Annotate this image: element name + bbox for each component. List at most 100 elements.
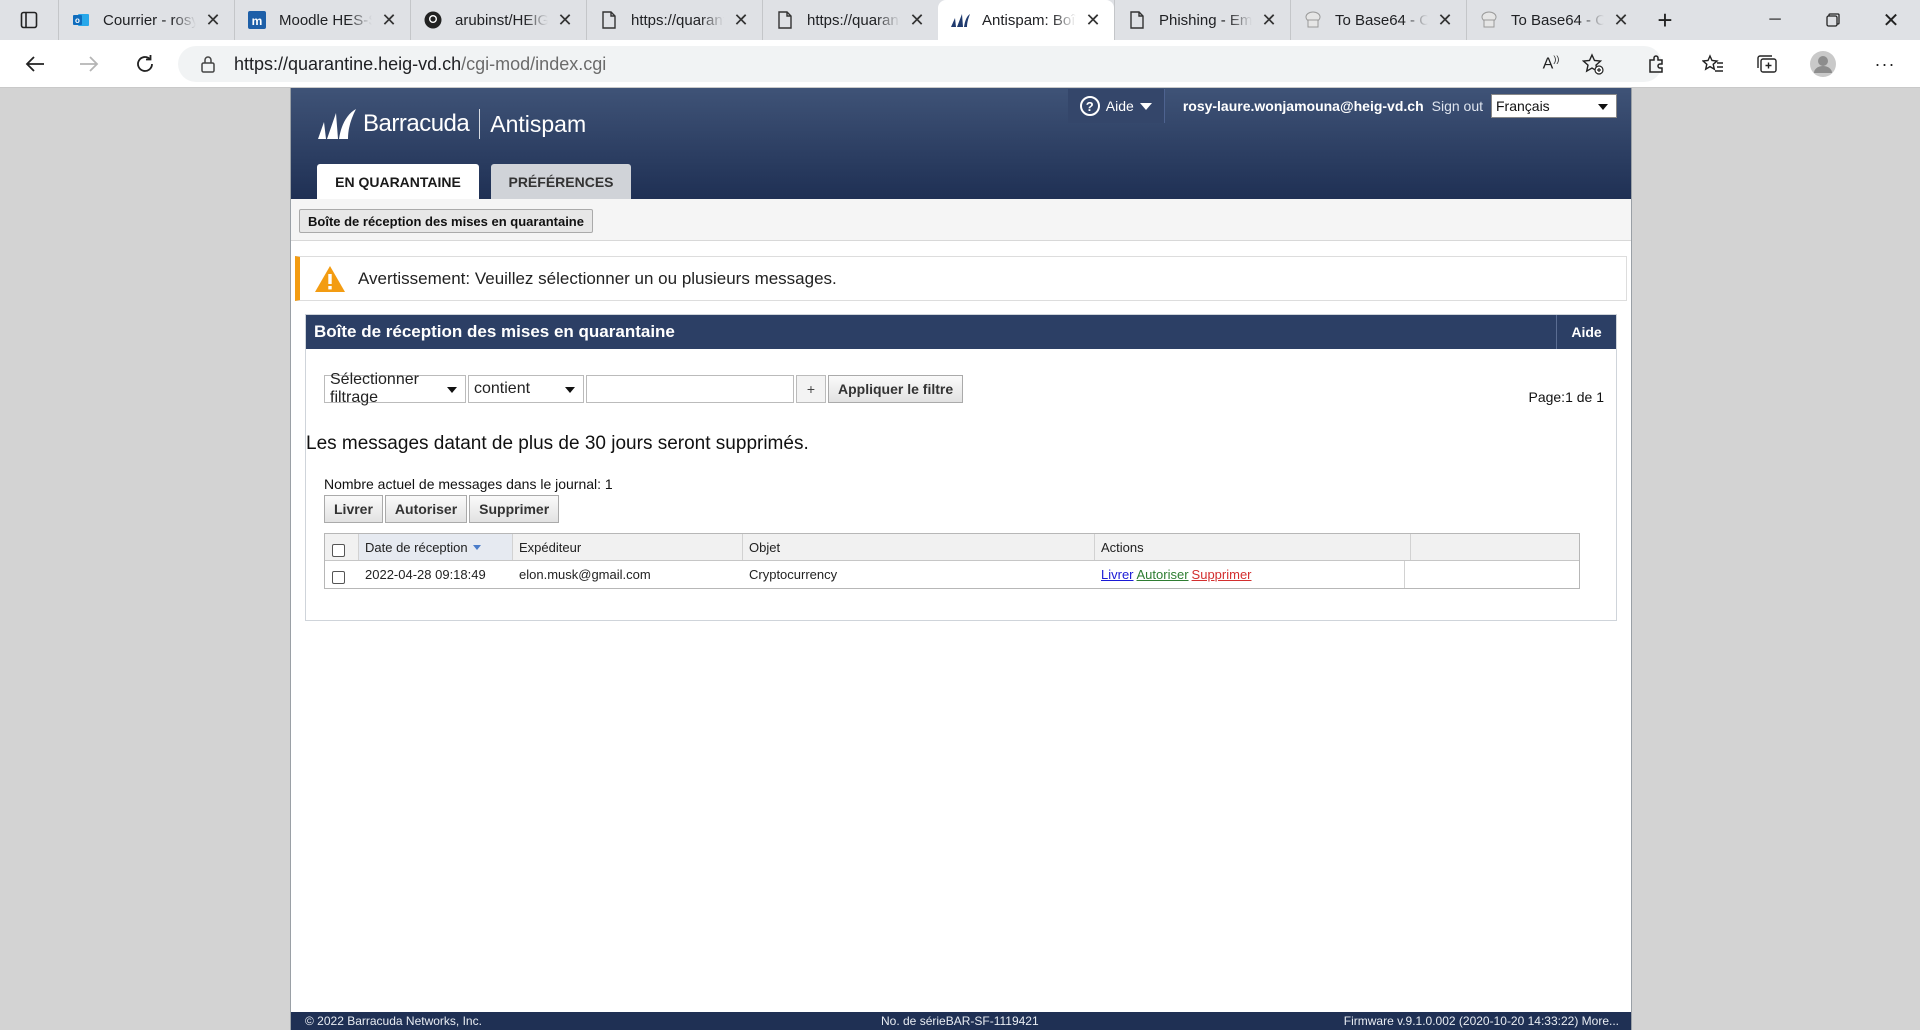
outlook-icon: o: [71, 10, 91, 30]
minimize-button[interactable]: ─: [1746, 0, 1804, 40]
tab-preferences-label: PRÉFÉRENCES: [508, 173, 614, 190]
page-icon: [599, 10, 619, 30]
row-checkbox[interactable]: [332, 571, 345, 584]
close-tab-icon[interactable]: ✕: [1610, 9, 1632, 31]
column-actions: Actions: [1095, 534, 1411, 560]
page-icon: [1127, 10, 1147, 30]
filter-text-input[interactable]: [586, 375, 794, 403]
quarantine-panel: Boîte de réception des mises en quaranta…: [305, 314, 1617, 621]
browser-tab-active[interactable]: Antispam: Boîte ✕: [938, 0, 1114, 40]
refresh-button[interactable]: [128, 48, 162, 80]
tab-title: To Base64 - CyberChef: [1335, 11, 1428, 29]
favorites-icon: [1702, 54, 1723, 72]
close-tab-icon[interactable]: ✕: [554, 9, 576, 31]
row-deliver-link[interactable]: Livrer: [1101, 567, 1134, 582]
antispam-page: Barracuda Antispam ? Aide rosy-laure.won…: [290, 88, 1632, 1030]
extensions-button[interactable]: [1640, 48, 1674, 80]
sign-out-link[interactable]: Sign out: [1432, 98, 1483, 114]
panel-title: Boîte de réception des mises en quaranta…: [314, 322, 675, 341]
language-select[interactable]: Français: [1491, 94, 1617, 118]
back-button[interactable]: [18, 48, 52, 80]
close-tab-icon[interactable]: ✕: [1082, 9, 1104, 31]
warning-text: Avertissement: Veuillez sélectionner un …: [358, 268, 837, 288]
warning-icon: [315, 265, 345, 292]
tab-actions-button[interactable]: [0, 0, 58, 40]
filter-operator-select[interactable]: contient: [468, 375, 584, 403]
browser-tab[interactable]: Phishing - Email ✕: [1114, 0, 1290, 40]
add-filter-button[interactable]: +: [796, 375, 826, 403]
page-footer: © 2022 Barracuda Networks, Inc. No. de s…: [291, 1012, 1631, 1030]
close-tab-icon[interactable]: ✕: [378, 9, 400, 31]
settings-menu-button[interactable]: ···: [1868, 48, 1902, 80]
column-sender[interactable]: Expéditeur: [513, 534, 743, 560]
browser-tab[interactable]: https://quarantine ✕: [586, 0, 762, 40]
svg-text:m: m: [252, 14, 263, 28]
chef-icon: [1479, 10, 1499, 30]
tab-title: Phishing - Email: [1159, 11, 1252, 29]
new-tab-button[interactable]: +: [1642, 0, 1688, 40]
header-user-bar: ? Aide rosy-laure.wonjamouna@heig-vd.ch …: [1067, 88, 1631, 124]
tab-quarantine[interactable]: EN QUARANTAINE: [317, 164, 479, 199]
filter-field-select[interactable]: Sélectionner filtrage: [324, 371, 466, 406]
column-date-label: Date de réception: [365, 539, 468, 555]
page-icon: [775, 10, 795, 30]
read-aloud-icon: A)): [1542, 54, 1560, 73]
select-all-checkbox[interactable]: [332, 543, 345, 557]
star-plus-icon: [1582, 53, 1604, 75]
panel-header: Boîte de réception des mises en quaranta…: [306, 315, 1616, 349]
close-tab-icon[interactable]: ✕: [906, 9, 928, 31]
footer-firmware[interactable]: Firmware v.9.1.0.002 (2020-10-20 14:33:2…: [1344, 1014, 1619, 1028]
app-header: Barracuda Antispam ? Aide rosy-laure.won…: [291, 88, 1631, 199]
read-aloud-button[interactable]: A)): [1534, 48, 1568, 80]
barracuda-logo-icon: [318, 109, 356, 139]
svg-text:o: o: [75, 16, 80, 25]
quarantine-inbox-subtab[interactable]: Boîte de réception des mises en quaranta…: [299, 209, 593, 233]
address-bar[interactable]: https://quarantine.heig-vd.ch/cgi-mod/in…: [178, 46, 1662, 82]
favorites-button[interactable]: [1696, 48, 1730, 80]
column-date[interactable]: Date de réception: [359, 534, 513, 560]
favorite-add-button[interactable]: [1576, 48, 1610, 80]
deliver-button[interactable]: Livrer: [324, 495, 383, 523]
tab-title: https://quarantine: [631, 11, 724, 29]
browser-tab[interactable]: o Courrier - rosy-laure ✕: [58, 0, 234, 40]
message-count: Nombre actuel de messages dans le journa…: [324, 476, 613, 492]
user-email: rosy-laure.wonjamouna@heig-vd.ch: [1182, 98, 1424, 114]
avatar-icon: [1810, 51, 1836, 77]
close-tab-icon[interactable]: ✕: [730, 9, 752, 31]
retention-notice: Les messages datant de plus de 30 jours …: [306, 433, 809, 454]
panel-help-button[interactable]: Aide: [1556, 315, 1616, 349]
browser-tab[interactable]: To Base64 - CyberChef ✕: [1466, 0, 1642, 40]
barracuda-logo: Barracuda Antispam: [317, 108, 586, 140]
row-delete-link[interactable]: Supprimer: [1192, 567, 1252, 582]
cell-actions: Livrer Autoriser Supprimer: [1095, 561, 1405, 588]
browser-tab[interactable]: To Base64 - CyberChef ✕: [1290, 0, 1466, 40]
close-tab-icon[interactable]: ✕: [1258, 9, 1280, 31]
collections-button[interactable]: [1750, 48, 1784, 80]
refresh-icon: [137, 55, 153, 72]
tab-preferences[interactable]: PRÉFÉRENCES: [491, 164, 631, 199]
select-all-cell: [325, 534, 359, 560]
apply-filter-button[interactable]: Appliquer le filtre: [828, 375, 964, 403]
subtab-label: Boîte de réception des mises en quaranta…: [308, 213, 584, 229]
moodle-icon: m: [247, 10, 267, 30]
tab-title: Moodle HES-SO: [279, 11, 372, 29]
profile-button[interactable]: [1806, 48, 1840, 80]
allow-button[interactable]: Autoriser: [384, 495, 468, 523]
help-menu-button[interactable]: ? Aide: [1067, 89, 1165, 123]
forward-button[interactable]: [72, 48, 106, 80]
cell-sender: elon.musk@gmail.com: [519, 567, 651, 582]
close-window-button[interactable]: ✕: [1862, 0, 1920, 40]
close-tab-icon[interactable]: ✕: [202, 9, 224, 31]
column-subject[interactable]: Objet: [743, 534, 1095, 560]
restore-button[interactable]: [1804, 0, 1862, 40]
row-allow-link[interactable]: Autoriser: [1137, 567, 1189, 582]
lock-icon: [200, 54, 220, 74]
puzzle-icon: [1649, 55, 1663, 73]
browser-toolbar: https://quarantine.heig-vd.ch/cgi-mod/in…: [0, 40, 1920, 88]
browser-tab[interactable]: m Moodle HES-SO ✕: [234, 0, 410, 40]
close-tab-icon[interactable]: ✕: [1434, 9, 1456, 31]
delete-button[interactable]: Supprimer: [469, 495, 560, 523]
browser-tab[interactable]: arubinst/HEIG-VD ✕: [410, 0, 586, 40]
browser-tab[interactable]: https://quarantine ✕: [762, 0, 938, 40]
cell-date: 2022-04-28 09:18:49: [365, 567, 486, 582]
